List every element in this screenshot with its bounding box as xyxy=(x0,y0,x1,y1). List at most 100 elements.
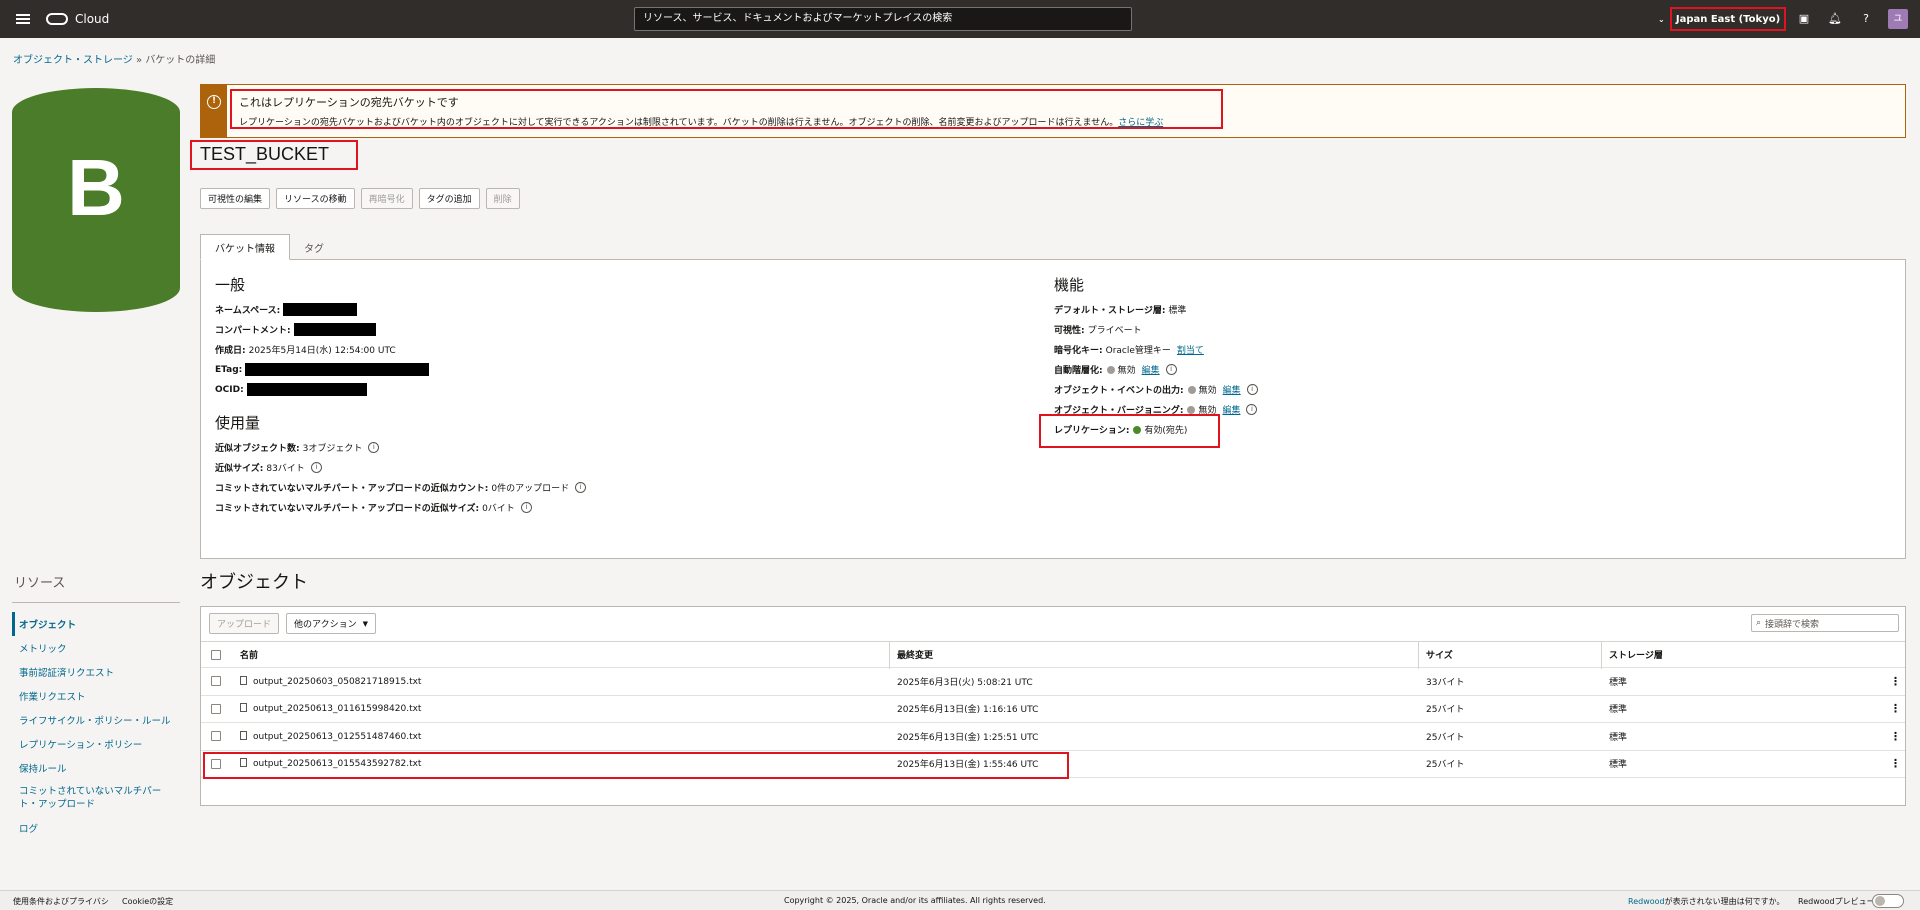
resource-item-preauth-requests[interactable]: 事前認証済リクエスト xyxy=(12,660,180,684)
tab-tags[interactable]: タグ xyxy=(290,234,338,260)
decorative-watermark xyxy=(1638,825,1856,899)
region-selector[interactable]: ⌄ Japan East (Tokyo) xyxy=(1658,7,1786,31)
features-heading: 機能 xyxy=(1054,277,1085,294)
assign-key-link[interactable]: 割当て xyxy=(1177,343,1204,356)
edit-events-link[interactable]: 編集 xyxy=(1223,383,1241,396)
auto-tiering-field: 自動階層化: 無効 編集 i xyxy=(1054,363,1177,376)
upload-button[interactable]: アップロード xyxy=(209,613,280,634)
column-header-modified[interactable]: 最終変更 xyxy=(897,648,933,661)
usage-heading: 使用量 xyxy=(215,415,261,432)
redwood-info: Redwoodが表示されない理由は何ですか。 xyxy=(1628,897,1785,906)
edit-versioning-link[interactable]: 編集 xyxy=(1222,403,1240,416)
row-checkbox[interactable] xyxy=(211,676,221,686)
edit-visibility-button[interactable]: 可視性の編集 xyxy=(200,188,271,209)
object-size: 25バイト xyxy=(1426,760,1465,771)
learn-more-link[interactable]: さらに学ぶ xyxy=(1118,118,1163,128)
info-icon[interactable]: i xyxy=(575,482,587,493)
general-heading: 一般 xyxy=(215,277,246,294)
table-row: output_20250603_050821718915.txt 2025年6月… xyxy=(201,668,1905,696)
oracle-logo-icon[interactable] xyxy=(46,13,68,25)
resource-item-work-requests[interactable]: 作業リクエスト xyxy=(12,684,180,708)
file-icon xyxy=(240,730,247,740)
prefix-search-input[interactable]: ⌕ 接頭辞で検索 xyxy=(1751,614,1899,632)
object-name[interactable]: output_20250613_012551487460.txt xyxy=(240,730,421,742)
table-row: output_20250613_012551487460.txt 2025年6月… xyxy=(201,723,1905,751)
banner-message: レプリケーションの宛先バケットおよびバケット内のオブジェクトに対して実行できるア… xyxy=(239,118,1164,128)
info-icon[interactable]: i xyxy=(1246,384,1258,395)
column-header-name[interactable]: 名前 xyxy=(240,648,258,661)
object-size: 25バイト xyxy=(1426,732,1465,743)
global-search-input[interactable]: リソース、サービス、ドキュメントおよびマーケットプレイスの検索 xyxy=(634,7,1132,31)
cookie-settings-link[interactable]: Cookieの設定 xyxy=(122,896,173,907)
more-actions-button[interactable]: 他のアクション ▼ xyxy=(286,613,376,634)
multipart-size-field: コミットされていないマルチパート・アップロードの近似サイズ: 0バイト i xyxy=(215,501,532,514)
compartment-field: コンパートメント: xyxy=(215,323,376,336)
banner-title: これはレプリケーションの宛先バケットです xyxy=(239,96,459,109)
help-icon[interactable]: ? xyxy=(1859,12,1873,26)
kebab-menu-icon[interactable]: ⋮ xyxy=(1890,757,1901,770)
bucket-name-title: TEST_BUCKET xyxy=(200,144,330,164)
object-modified: 2025年6月13日(金) 1:55:46 UTC xyxy=(897,760,1039,771)
objects-panel: アップロード 他のアクション ▼ ⌕ 接頭辞で検索 名前 最終変更 サイズ ストレー… xyxy=(200,606,1906,806)
brand-name[interactable]: Cloud xyxy=(75,12,109,26)
column-header-size[interactable]: サイズ xyxy=(1426,648,1453,661)
kebab-menu-icon[interactable]: ⋮ xyxy=(1890,730,1901,743)
row-checkbox[interactable] xyxy=(211,703,221,714)
status-dot-disabled xyxy=(1187,385,1196,394)
storage-tier-field: デフォルト・ストレージ層: 標準 xyxy=(1054,306,1187,316)
breadcrumb-object-storage-link[interactable]: オブジェクト・ストレージ xyxy=(13,55,133,66)
bucket-info-panel: 一般 ネームスペース: コンパートメント: 作成日: 2025年5月14日(水) … xyxy=(200,259,1906,559)
status-dot-enabled xyxy=(1133,425,1142,434)
edit-auto-tiering-link[interactable]: 編集 xyxy=(1142,363,1160,376)
row-checkbox[interactable] xyxy=(211,758,221,769)
cloud-shell-icon[interactable]: ▣ xyxy=(1797,12,1811,26)
resource-item-retention-rules[interactable]: 保持ルール xyxy=(12,756,180,780)
object-tier: 標準 xyxy=(1609,705,1628,716)
info-icon[interactable]: i xyxy=(520,502,532,513)
object-modified: 2025年6月13日(金) 1:16:16 UTC xyxy=(897,705,1039,716)
row-checkbox[interactable] xyxy=(211,731,221,741)
object-name[interactable]: output_20250613_015543592782.txt xyxy=(240,758,421,769)
add-tags-button[interactable]: タグの追加 xyxy=(418,188,480,209)
select-all-checkbox[interactable] xyxy=(211,650,221,660)
resource-item-metrics[interactable]: メトリック xyxy=(12,636,180,660)
terms-link[interactable]: 使用条件およびプライバシ xyxy=(13,896,109,907)
bucket-action-buttons: 可視性の編集 リソースの移動 再暗号化 タグの追加 削除 xyxy=(200,188,520,209)
user-avatar[interactable]: ユ xyxy=(1888,9,1908,29)
re-encrypt-button[interactable]: 再暗号化 xyxy=(360,188,413,209)
resource-item-replication-policy[interactable]: レプリケーション・ポリシー xyxy=(12,732,180,756)
info-icon[interactable]: i xyxy=(368,442,380,453)
resource-item-objects[interactable]: オブジェクト xyxy=(12,612,180,636)
info-icon[interactable]: i xyxy=(1165,364,1177,375)
top-navigation-bar: Cloud リソース、サービス、ドキュメントおよびマーケットプレイスの検索 ⌄ … xyxy=(0,0,1920,38)
delete-button[interactable]: 削除 xyxy=(485,188,520,209)
namespace-field: ネームスペース: xyxy=(215,303,358,316)
redwood-preview-toggle[interactable] xyxy=(1872,894,1904,908)
file-icon xyxy=(240,675,247,685)
region-name: Japan East (Tokyo) xyxy=(1675,13,1781,25)
resources-menu: オブジェクト メトリック 事前認証済リクエスト 作業リクエスト ライフサイクル・… xyxy=(12,612,180,840)
resource-item-lifecycle-rules[interactable]: ライフサイクル・ポリシー・ルール xyxy=(12,708,180,732)
redwood-link[interactable]: Redwood xyxy=(1628,897,1665,906)
object-modified: 2025年6月13日(金) 1:25:51 UTC xyxy=(897,732,1039,743)
column-header-storage-tier[interactable]: ストレージ層 xyxy=(1609,648,1663,661)
object-name[interactable]: output_20250613_011615998420.txt xyxy=(240,703,421,714)
tab-bucket-info[interactable]: バケット情報 xyxy=(200,234,290,260)
move-resource-button[interactable]: リソースの移動 xyxy=(276,188,355,209)
info-icon[interactable]: i xyxy=(1246,404,1258,415)
table-row: output_20250613_011615998420.txt 2025年6月… xyxy=(201,696,1905,723)
kebab-menu-icon[interactable]: ⋮ xyxy=(1890,702,1901,715)
kebab-menu-icon[interactable]: ⋮ xyxy=(1890,675,1901,688)
object-name[interactable]: output_20250603_050821718915.txt xyxy=(240,675,421,687)
info-icon[interactable]: i xyxy=(310,462,322,473)
object-size: 33バイト xyxy=(1426,677,1465,688)
chevron-down-icon: ⌄ xyxy=(1658,14,1665,24)
object-size: 25バイト xyxy=(1426,705,1465,716)
notifications-bell-icon[interactable]: 🔔︎ xyxy=(1828,12,1842,26)
resource-item-uncommitted-multipart[interactable]: コミットされていないマルチパート・アップロード xyxy=(12,780,180,816)
resource-item-logs[interactable]: ログ xyxy=(12,816,180,840)
redacted-compartment xyxy=(293,323,376,336)
hamburger-menu-icon[interactable] xyxy=(16,14,30,24)
encryption-field: 暗号化キー: Oracle管理キー 割当て xyxy=(1054,343,1204,356)
caret-down-icon: ▼ xyxy=(362,619,368,628)
